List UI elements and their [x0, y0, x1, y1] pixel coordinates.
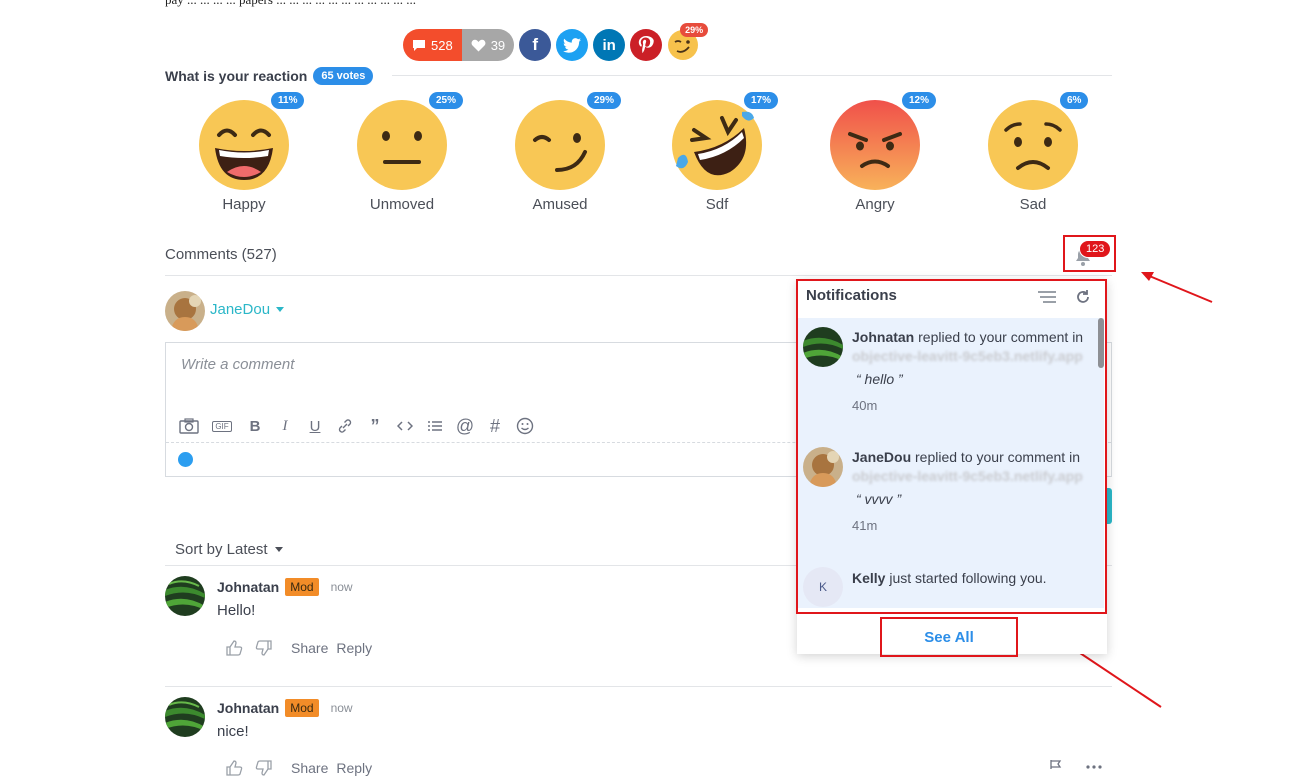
list-icon[interactable] — [425, 416, 445, 436]
reply-link[interactable]: Reply — [336, 760, 372, 776]
reaction-label: Sdf — [705, 196, 729, 213]
divider — [392, 75, 1112, 76]
smirk-face-icon — [515, 100, 605, 190]
camera-icon[interactable] — [179, 416, 199, 436]
reaction-amused[interactable]: 29% Amused — [505, 92, 622, 220]
rofl-face-icon — [672, 100, 762, 190]
top-reaction-emoji-icon[interactable]: 29% — [667, 23, 709, 61]
comment-actions: Share Reply — [225, 639, 372, 657]
flag-icon[interactable] — [1049, 760, 1063, 769]
comment-count: 528 — [431, 37, 453, 53]
reaction-percent: 17% — [744, 92, 779, 109]
comments-title: Comments (527) — [165, 246, 277, 263]
link-icon[interactable] — [335, 416, 355, 436]
reaction-sad[interactable]: 6% Sad — [978, 92, 1089, 220]
status-dot — [178, 452, 193, 467]
notification-count-badge: 123 — [1079, 240, 1112, 258]
mention-icon[interactable]: @ — [455, 416, 475, 436]
comment-avatar[interactable] — [165, 697, 205, 737]
mod-badge: Mod — [285, 699, 319, 717]
current-user-menu[interactable]: JaneDou — [210, 301, 285, 318]
emoji-icon[interactable] — [515, 416, 535, 436]
divider — [165, 275, 1112, 276]
sad-face-icon — [988, 100, 1078, 190]
reply-link[interactable]: Reply — [336, 640, 372, 656]
comment-time: now — [330, 580, 353, 594]
reaction-happy[interactable]: 11% Happy — [189, 92, 305, 220]
neutral-face-icon — [357, 100, 447, 190]
editor-toolbar: GIF B I U ” @ # — [179, 416, 535, 436]
like-count: 39 — [490, 37, 506, 53]
comment-placeholder[interactable]: Write a comment — [181, 356, 294, 373]
divider — [165, 686, 1112, 687]
comment-header: Johnatan Mod now — [217, 699, 353, 717]
more-options-icon[interactable] — [1086, 765, 1102, 769]
comment-text: nice! — [217, 723, 249, 740]
reaction-percent: 11% — [271, 92, 305, 109]
heart-icon — [471, 39, 486, 51]
hashtag-icon[interactable]: # — [485, 416, 505, 436]
share-link[interactable]: Share — [291, 640, 328, 656]
comment-author[interactable]: Johnatan — [217, 700, 279, 716]
votes-badge: 65 votes — [313, 67, 374, 85]
reaction-percent: 12% — [902, 92, 937, 109]
thumbs-down-icon[interactable] — [255, 759, 273, 777]
current-user-name: JaneDou — [210, 301, 271, 318]
share-bar: 528 39 f in 29% — [403, 23, 709, 61]
bold-icon[interactable]: B — [245, 416, 265, 436]
facebook-share-icon[interactable]: f — [519, 29, 552, 61]
comment-avatar[interactable] — [165, 576, 205, 616]
code-icon[interactable] — [395, 416, 415, 436]
sort-dropdown[interactable]: Sort by Latest — [175, 541, 283, 558]
thumbs-up-icon[interactable] — [225, 639, 243, 657]
like-count-button[interactable]: 39 — [461, 29, 515, 61]
top-reaction-percent: 29% — [680, 23, 709, 37]
reaction-percent: 6% — [1060, 92, 1089, 109]
italic-icon[interactable]: I — [275, 416, 295, 436]
quote-icon[interactable]: ” — [365, 416, 385, 436]
reaction-label: Sad — [1019, 196, 1047, 213]
reaction-title: What is your reaction — [165, 68, 308, 84]
comment-time: now — [330, 701, 353, 715]
reaction-percent: 29% — [587, 92, 622, 109]
underline-icon[interactable]: U — [305, 416, 325, 436]
reaction-heading: What is your reaction 65 votes — [165, 67, 374, 85]
comment-actions: Share Reply — [225, 759, 372, 777]
mod-badge: Mod — [285, 578, 319, 596]
happy-face-icon — [199, 100, 289, 190]
current-user-avatar[interactable] — [165, 291, 205, 331]
comment-text: Hello! — [217, 602, 256, 619]
gif-label: GIF — [212, 420, 232, 432]
reaction-label: Happy — [222, 196, 266, 213]
article-text-fragment: pay ... ... ... ... papers ... ... ... .… — [165, 0, 416, 8]
sort-label: Sort by Latest — [175, 541, 268, 558]
highlight-box-notifications — [796, 279, 1107, 614]
share-link[interactable]: Share — [291, 760, 328, 776]
linkedin-share-icon[interactable]: in — [593, 29, 626, 61]
see-all-button[interactable]: See All — [880, 617, 1018, 657]
reaction-unmoved[interactable]: 25% Unmoved — [347, 92, 464, 220]
thumbs-down-icon[interactable] — [255, 639, 273, 657]
thumbs-up-icon[interactable] — [225, 759, 243, 777]
comment-header: Johnatan Mod now — [217, 578, 353, 596]
reaction-percent: 25% — [429, 92, 464, 109]
reaction-label: Angry — [855, 196, 895, 213]
reaction-label: Unmoved — [369, 196, 435, 213]
comment-count-button[interactable]: 528 — [403, 29, 462, 61]
gif-icon[interactable]: GIF — [209, 416, 235, 436]
reaction-angry[interactable]: 12% Angry — [820, 92, 937, 220]
pinterest-share-icon[interactable] — [630, 29, 663, 61]
chevron-down-icon — [274, 547, 283, 552]
twitter-share-icon[interactable] — [556, 29, 589, 61]
angry-face-icon — [830, 100, 920, 190]
reaction-label: Amused — [532, 196, 588, 213]
reaction-sdf[interactable]: 17% Sdf — [662, 92, 779, 220]
comment-icon — [413, 39, 425, 51]
comment-author[interactable]: Johnatan — [217, 579, 279, 595]
chevron-down-icon — [276, 307, 285, 312]
